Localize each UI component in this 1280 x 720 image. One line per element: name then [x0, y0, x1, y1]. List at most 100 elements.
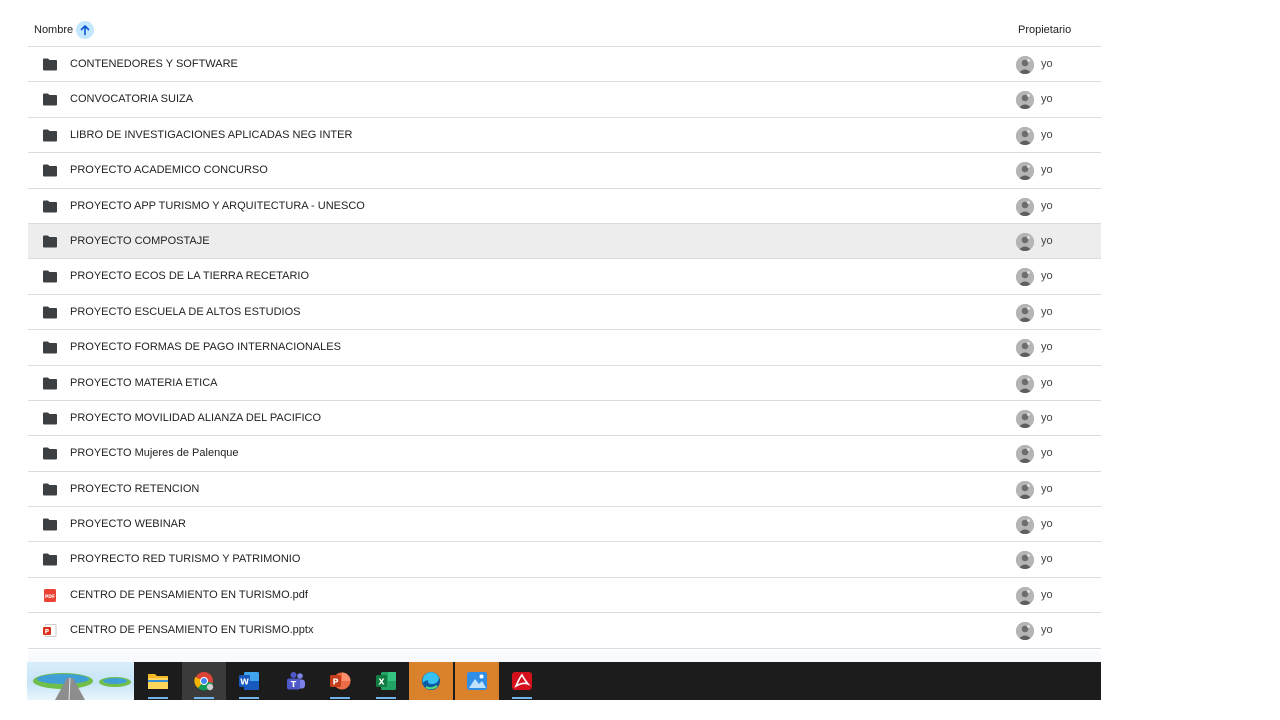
file-name: CONTENEDORES Y SOFTWARE: [70, 58, 238, 70]
file-name: PROYRECTO RED TURISMO Y PATRIMONIO: [70, 553, 301, 566]
folder-icon: [43, 270, 57, 283]
owner-avatar-icon: [1016, 516, 1034, 535]
owner-avatar-icon: [1016, 91, 1034, 110]
owner-avatar-icon: [1016, 339, 1034, 358]
svg-text:W: W: [240, 678, 249, 687]
owner-avatar-icon: [1016, 56, 1034, 74]
folder-row[interactable]: PROYECTO ESCUELA DE ALTOS ESTUDIOS yo: [28, 295, 1101, 331]
file-row[interactable]: PDF CENTRO DE PENSAMIENTO EN TURISMO.pdf y…: [28, 578, 1101, 614]
file-name: CENTRO DE PENSAMIENTO EN TURISMO.pdf: [70, 588, 308, 601]
sort-ascending-button[interactable]: [76, 21, 95, 39]
owner-avatar: [1016, 268, 1034, 287]
taskbar-app-teams[interactable]: T: [273, 662, 317, 700]
teams-icon: T: [286, 672, 305, 690]
acrobat-icon: [512, 672, 532, 690]
owner-avatar-icon: [1016, 126, 1034, 145]
file-name: PROYECTO COMPOSTAJE: [70, 234, 210, 247]
list-header: Nombre Propietario: [28, 12, 1101, 47]
owner-avatar: [1016, 91, 1034, 110]
folder-row[interactable]: PROYECTO COMPOSTAJE yo: [28, 223, 1101, 260]
folder-icon: [43, 164, 57, 177]
folder-row[interactable]: PROYECTO APP TURISMO Y ARQUITECTURA - UN…: [28, 189, 1101, 224]
owner-avatar-icon: [1016, 268, 1034, 287]
drive-file-list-page: Nombre Propietario CONTENEDORES Y SOFTWA…: [0, 0, 1280, 720]
file-name: PROYECTO ECOS DE LA TIERRA RECETARIO: [70, 270, 310, 283]
folder-row[interactable]: PROYECTO Mujeres de Palenque yo: [28, 436, 1101, 472]
taskbar-app-edge[interactable]: [409, 662, 453, 700]
name-column-header[interactable]: Nombre: [34, 21, 95, 39]
taskbar-app-chrome[interactable]: [181, 662, 226, 700]
file-name: PROYECTO WEBINAR: [70, 518, 186, 531]
folder-icon: [43, 58, 57, 71]
owner-avatar-icon: [1016, 551, 1034, 570]
owner-name: yo: [1041, 341, 1053, 354]
file-name: CENTRO DE PENSAMIENTO EN TURISMO.pptx: [70, 624, 314, 637]
folder-row[interactable]: LIBRO DE INVESTIGACIONES APLICADAS NEG I…: [28, 118, 1101, 154]
folder-icon: [43, 483, 57, 496]
owner-avatar-icon: [1016, 480, 1034, 499]
folder-row[interactable]: CONTENEDORES Y SOFTWARE yo: [28, 47, 1101, 83]
folder-row[interactable]: PROYECTO RETENCION yo: [28, 472, 1101, 508]
owner-name: yo: [1041, 518, 1053, 531]
taskbar-app-file-explorer[interactable]: [136, 662, 180, 700]
pptx-file-icon: P: [43, 624, 57, 638]
owner-avatar-icon: [1016, 232, 1034, 251]
file-name: PROYECTO Mujeres de Palenque: [70, 447, 239, 460]
owner-avatar: [1016, 197, 1034, 216]
svg-text:X: X: [378, 678, 385, 687]
owner-avatar-icon: [1016, 374, 1034, 393]
owner-avatar: [1016, 339, 1034, 358]
folder-icon: [43, 553, 57, 566]
folder-icon: [43, 235, 57, 248]
excel-icon: X: [375, 672, 396, 690]
owner-avatar-icon: [1016, 303, 1034, 322]
owner-avatar-icon: [1016, 586, 1034, 605]
file-explorer-icon: [148, 674, 168, 689]
name-column-label: Nombre: [34, 24, 74, 36]
taskbar-app-acrobat[interactable]: [500, 662, 544, 700]
taskbar-app-photos[interactable]: [454, 662, 499, 700]
folder-row[interactable]: PROYECTO FORMAS DE PAGO INTERNACIONALES y…: [28, 330, 1101, 366]
folder-icon: [43, 412, 57, 425]
file-row[interactable]: P CENTRO DE PENSAMIENTO EN TURISMO.pptx yo: [28, 613, 1101, 649]
owner-name: yo: [1041, 305, 1053, 318]
owner-column-header[interactable]: Propietario: [1018, 24, 1071, 36]
owner-name: yo: [1041, 447, 1053, 460]
wallpaper-scene-icon: [33, 673, 131, 700]
owner-avatar: [1016, 445, 1034, 464]
file-name: PROYECTO ACADEMICO CONCURSO: [70, 164, 268, 177]
owner-name: yo: [1041, 164, 1053, 177]
folder-row[interactable]: CONVOCATORIA SUIZA yo: [28, 82, 1101, 118]
taskbar-app-excel[interactable]: X: [364, 662, 408, 700]
owner-avatar: [1016, 586, 1034, 605]
folder-icon: [43, 200, 57, 213]
owner-avatar-icon: [1016, 409, 1034, 428]
desktop-thumbnail[interactable]: [27, 662, 134, 700]
folder-icon: [43, 377, 57, 390]
folder-icon: [43, 129, 57, 142]
taskbar-app-word[interactable]: W: [227, 662, 271, 700]
owner-avatar: [1016, 162, 1034, 181]
taskbar-app-powerpoint[interactable]: P: [318, 662, 362, 700]
owner-name: yo: [1041, 270, 1053, 283]
owner-name: yo: [1041, 128, 1053, 141]
owner-name: yo: [1041, 588, 1053, 601]
word-icon: W: [239, 672, 259, 690]
edge-icon: [422, 672, 440, 690]
owner-avatar-icon: [1016, 622, 1034, 641]
owner-name: yo: [1041, 624, 1053, 637]
owner-name: yo: [1041, 482, 1053, 495]
folder-row[interactable]: PROYECTO ACADEMICO CONCURSO yo: [28, 153, 1101, 189]
folder-row[interactable]: PROYECTO ECOS DE LA TIERRA RECETARIO yo: [28, 259, 1101, 295]
folder-row[interactable]: PROYECTO WEBINAR yo: [28, 507, 1101, 543]
owner-avatar: [1016, 409, 1034, 428]
owner-avatar-icon: [1016, 162, 1034, 181]
owner-name: yo: [1041, 199, 1053, 212]
folder-row[interactable]: PROYECTO MATERIA ETICA yo: [28, 366, 1101, 401]
folder-row[interactable]: PROYECTO MOVILIDAD ALIANZA DEL PACIFICO y…: [28, 401, 1101, 437]
file-name: PROYECTO MOVILIDAD ALIANZA DEL PACIFICO: [70, 411, 322, 424]
folder-row[interactable]: PROYRECTO RED TURISMO Y PATRIMONIO yo: [28, 542, 1101, 578]
folder-icon: [43, 447, 57, 460]
svg-text:P: P: [333, 678, 339, 687]
windows-taskbar: WTPX: [27, 662, 1101, 700]
